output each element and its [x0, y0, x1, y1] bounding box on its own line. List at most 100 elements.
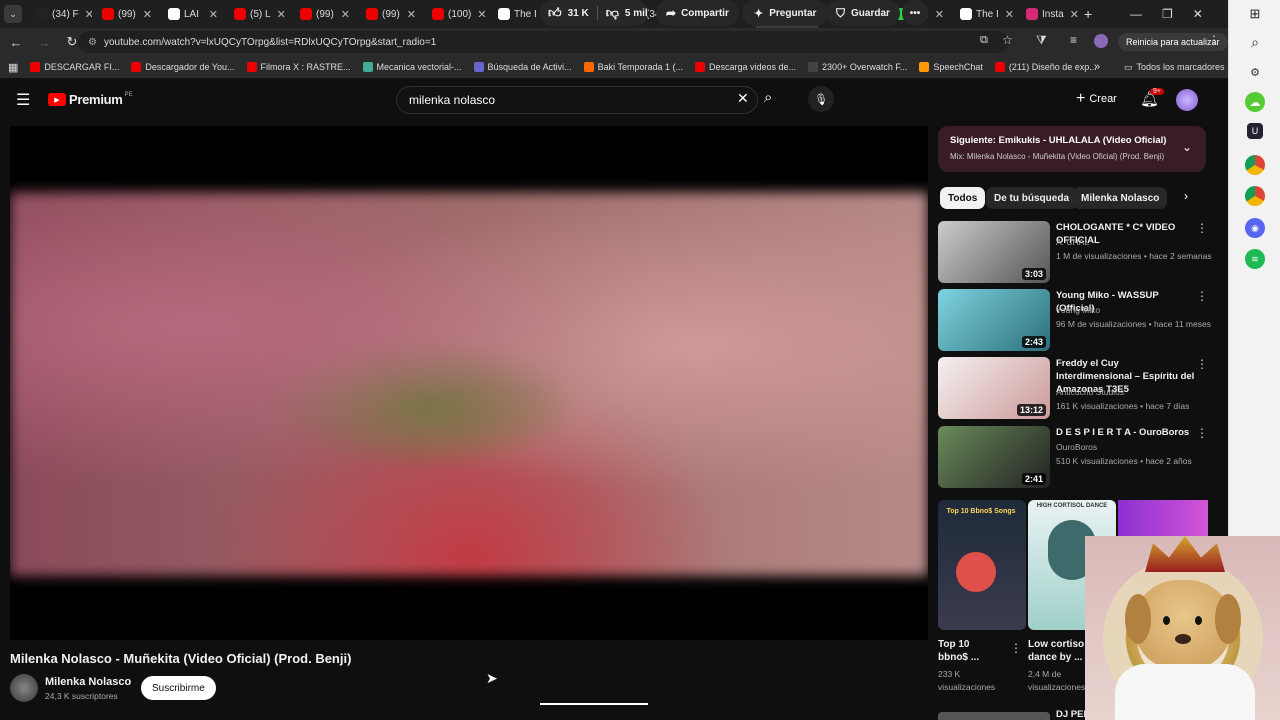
- restore-icon[interactable]: ❐: [1162, 7, 1173, 21]
- tab-close-icon[interactable]: ✕: [471, 8, 486, 21]
- dislike-button[interactable]: 👎︎ 5 mil: [606, 5, 648, 21]
- chip-from-search[interactable]: De tu búsqueda: [986, 187, 1078, 209]
- search-input[interactable]: milenka nolasco: [396, 86, 758, 114]
- tab-close-icon[interactable]: ✕: [929, 8, 944, 21]
- forward-icon[interactable]: →: [32, 30, 56, 54]
- site-info-icon[interactable]: ⚙: [88, 37, 97, 48]
- bookmark-item[interactable]: SpeechChat: [919, 62, 983, 72]
- channel-avatar[interactable]: [10, 674, 38, 702]
- recommendation-item[interactable]: 3:03 CHOLOGANTE * C* VIDEO OFFICIAL A. CHA…: [938, 221, 1212, 283]
- new-tab-button[interactable]: +: [1084, 6, 1092, 22]
- browser-menu-icon[interactable]: ⋮: [1208, 33, 1220, 47]
- profile-avatar-icon[interactable]: [1094, 34, 1108, 48]
- tab-close-icon[interactable]: ✕: [401, 8, 416, 21]
- bookmarks-overflow-icon[interactable]: »: [1094, 61, 1100, 73]
- cast-icon[interactable]: ⧉: [980, 34, 988, 47]
- browser-tab[interactable]: Insta ✕: [1020, 0, 1082, 28]
- recommendation-item[interactable]: 13:12 Freddy el Cuy Interdimensional – Es…: [938, 357, 1208, 419]
- browser-tab[interactable]: (99) ✕: [96, 0, 158, 28]
- more-vert-icon[interactable]: ⋮: [1196, 357, 1208, 371]
- extensions-icon[interactable]: ⧩: [1036, 33, 1047, 48]
- video-player[interactable]: [10, 126, 928, 640]
- channel-name[interactable]: Milenka Nolasco: [45, 676, 131, 688]
- close-icon[interactable]: ✕: [1193, 7, 1203, 21]
- bookmark-item[interactable]: Descarga videos de...: [695, 62, 796, 72]
- save-button[interactable]: ⛉ Guardar: [826, 0, 900, 26]
- bookmark-item[interactable]: Búsqueda de Activi...: [473, 62, 572, 72]
- tab-close-icon[interactable]: ✕: [335, 8, 350, 21]
- video-thumbnail[interactable]: 2:41: [938, 426, 1050, 488]
- minimize-icon[interactable]: —: [1130, 7, 1142, 21]
- settings-icon[interactable]: ⚙: [1245, 62, 1265, 82]
- browser-tab[interactable]: LAI ✕: [162, 0, 224, 28]
- chrome-icon[interactable]: [1245, 155, 1265, 175]
- search-icon[interactable]: ⌕: [1245, 32, 1265, 52]
- recommendation-item[interactable]: 2:43 Young Miko - WASSUP (Official) Young …: [938, 289, 1211, 351]
- expand-icon[interactable]: ⌄: [1182, 140, 1192, 154]
- up-next-panel[interactable]: Siguiente: Emikukis - UHLALALA (Video Of…: [938, 126, 1206, 172]
- short-title[interactable]: Top 10 bbno$ ...: [938, 638, 998, 664]
- browser-tab[interactable]: (99) ✕: [294, 0, 356, 28]
- media-icon[interactable]: ≡: [1070, 33, 1077, 47]
- chip-all[interactable]: Todos: [940, 187, 986, 209]
- menu-icon[interactable]: ☰: [16, 90, 30, 110]
- share-button[interactable]: ➦ Compartir: [656, 0, 739, 26]
- browser-tab[interactable]: (5) L ✕: [228, 0, 290, 28]
- short-thumb[interactable]: Top 10 Bbno$ Songs: [938, 500, 1026, 630]
- bookmark-item[interactable]: Descargador de You...: [131, 62, 235, 72]
- tab-close-icon[interactable]: ✕: [137, 8, 152, 21]
- more-vert-icon[interactable]: ⋮: [1196, 289, 1208, 303]
- browser-tab[interactable]: The I✕: [954, 0, 1016, 28]
- tab-title: (99): [118, 8, 136, 20]
- short-title[interactable]: Low cortiso dance by ...: [1028, 638, 1090, 664]
- video-thumbnail[interactable]: 2:43: [938, 289, 1050, 351]
- short-more-icon[interactable]: ⋮: [1010, 641, 1022, 655]
- chrome-dev-icon[interactable]: [1245, 186, 1265, 206]
- bookmark-item[interactable]: (211) Diseño de exp...: [994, 62, 1097, 72]
- app-u-icon[interactable]: U: [1247, 123, 1263, 139]
- chips-next-icon[interactable]: ›: [1184, 189, 1188, 203]
- tab-close-icon[interactable]: ✕: [79, 8, 92, 21]
- like-button[interactable]: 👍︎ 31 K: [540, 5, 589, 21]
- bookmark-item[interactable]: DESCARGAR FI...: [30, 62, 119, 72]
- app-green-icon[interactable]: ☁: [1245, 92, 1265, 112]
- search-button[interactable]: ⌕: [764, 89, 772, 106]
- tab-close-icon[interactable]: ✕: [1064, 8, 1079, 21]
- subscribe-button[interactable]: Suscribirme: [141, 676, 216, 700]
- voice-search-icon[interactable]: 🎙︎: [808, 86, 834, 112]
- browser-tab[interactable]: (34) F✕: [30, 0, 92, 28]
- bookmark-item[interactable]: Filmora X : RASTRE...: [246, 62, 351, 72]
- video-thumbnail[interactable]: 13:12: [938, 357, 1050, 419]
- clear-search-icon[interactable]: ✕: [737, 90, 749, 107]
- short-views-label: visualizaciones: [1028, 682, 1086, 692]
- bookmark-star-icon[interactable]: ☆: [1002, 33, 1013, 47]
- tab-search-icon[interactable]: ⌄: [4, 5, 22, 23]
- tab-close-icon[interactable]: ✕: [203, 8, 218, 21]
- spotify-icon[interactable]: ≋: [1245, 249, 1265, 269]
- all-bookmarks-folder[interactable]: ▭ Todos los marcadores: [1124, 62, 1225, 73]
- ask-button[interactable]: ✦ Preguntar: [742, 0, 829, 26]
- recommendation-item[interactable]: 2:41 D E S P I E R T A - OuroBoros OuroBor…: [938, 426, 1208, 488]
- next-thumb-peek[interactable]: [938, 712, 1050, 720]
- tab-close-icon[interactable]: ✕: [999, 8, 1014, 21]
- browser-tab[interactable]: (99) ✕: [360, 0, 422, 28]
- discord-icon[interactable]: ◉: [1245, 218, 1265, 238]
- short-thumb[interactable]: [1118, 500, 1208, 540]
- back-icon[interactable]: ←: [4, 30, 28, 54]
- chip-channel[interactable]: Milenka Nolasco: [1073, 187, 1168, 209]
- bookmark-item[interactable]: Mecanica vectorial-...: [362, 62, 462, 72]
- video-thumbnail[interactable]: 3:03: [938, 221, 1050, 283]
- browser-tab[interactable]: (100)✕: [426, 0, 488, 28]
- youtube-logo[interactable]: ▶ Premium PE: [48, 92, 133, 107]
- bookmark-item[interactable]: Baki Temporada 1 (...: [583, 62, 683, 72]
- tab-close-icon[interactable]: ✕: [271, 8, 286, 21]
- apps-grid-icon[interactable]: ▦: [8, 61, 18, 74]
- url-field[interactable]: ⚙ youtube.com/watch?v=lxUQCyTOrpg&list=RD…: [78, 31, 1008, 53]
- windows-icon[interactable]: ⊞: [1245, 4, 1265, 24]
- more-actions-button[interactable]: •••: [902, 0, 928, 26]
- user-avatar[interactable]: [1176, 89, 1198, 111]
- more-vert-icon[interactable]: ⋮: [1196, 221, 1208, 235]
- bookmark-item[interactable]: 2300+ Overwatch F...: [808, 62, 907, 72]
- create-button[interactable]: + Crear: [1076, 90, 1117, 108]
- more-vert-icon[interactable]: ⋮: [1196, 426, 1208, 440]
